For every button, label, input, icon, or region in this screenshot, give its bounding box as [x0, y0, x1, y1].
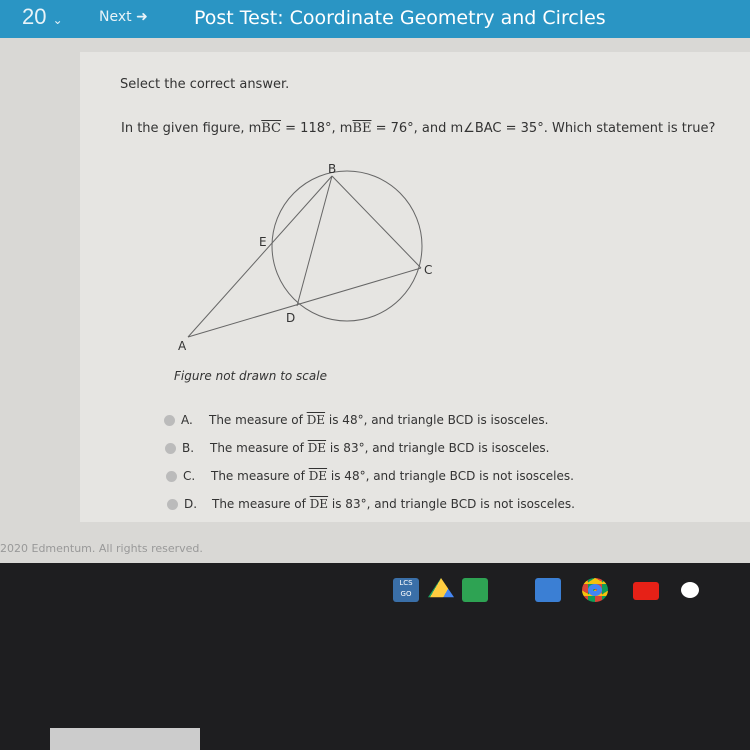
- option-c[interactable]: C. The measure of DE is 48°, and triangle…: [166, 469, 574, 483]
- option-text: is 83°, and triangle BCD is not isoscele…: [331, 497, 575, 511]
- arc-de: DE: [307, 441, 327, 455]
- option-letter: A.: [181, 413, 193, 427]
- arc-de: DE: [309, 497, 329, 511]
- option-text: is 83°, and triangle BCD is isosceles.: [329, 441, 550, 455]
- label-e: E: [259, 235, 267, 249]
- radio-b[interactable]: [165, 443, 176, 454]
- figure-caption: Figure not drawn to scale: [174, 369, 327, 383]
- option-d[interactable]: D. The measure of DE is 83°, and triangle…: [167, 497, 575, 511]
- label-c: C: [424, 263, 432, 277]
- arc-de: DE: [306, 413, 326, 427]
- google-classroom-icon[interactable]: [462, 578, 488, 602]
- option-a[interactable]: A. The measure of DE is 48°, and triangle…: [164, 413, 548, 427]
- option-text: is 48°, and triangle BCD is isosceles.: [328, 413, 549, 427]
- play-arrow-icon[interactable]: [535, 578, 561, 602]
- option-letter: C.: [183, 469, 196, 483]
- radio-d[interactable]: [167, 499, 178, 510]
- google-play-icon[interactable]: [677, 578, 703, 602]
- option-letter: D.: [184, 497, 198, 511]
- option-text: The measure of: [209, 413, 303, 427]
- option-text: The measure of: [210, 441, 304, 455]
- label-d: D: [286, 311, 295, 325]
- option-text: The measure of: [211, 469, 305, 483]
- option-text: is 48°, and triangle BCD is not isoscele…: [330, 469, 574, 483]
- chrome-icon[interactable]: [582, 578, 608, 602]
- label-a: A: [178, 339, 187, 353]
- learning-go-icon[interactable]: LCS GO: [393, 578, 419, 602]
- segment-bc: [331, 175, 422, 269]
- screen-bezel-edge: [50, 728, 200, 750]
- arc-de: DE: [308, 469, 328, 483]
- copyright-footer: 2020 Edmentum. All rights reserved.: [0, 542, 203, 555]
- label-b: B: [328, 162, 336, 176]
- radio-c[interactable]: [166, 471, 177, 482]
- option-letter: B.: [182, 441, 195, 455]
- radio-a[interactable]: [164, 415, 175, 426]
- option-text: The measure of: [212, 497, 306, 511]
- option-b[interactable]: B. The measure of DE is 83°, and triangle…: [165, 441, 549, 455]
- youtube-icon[interactable]: [633, 582, 659, 600]
